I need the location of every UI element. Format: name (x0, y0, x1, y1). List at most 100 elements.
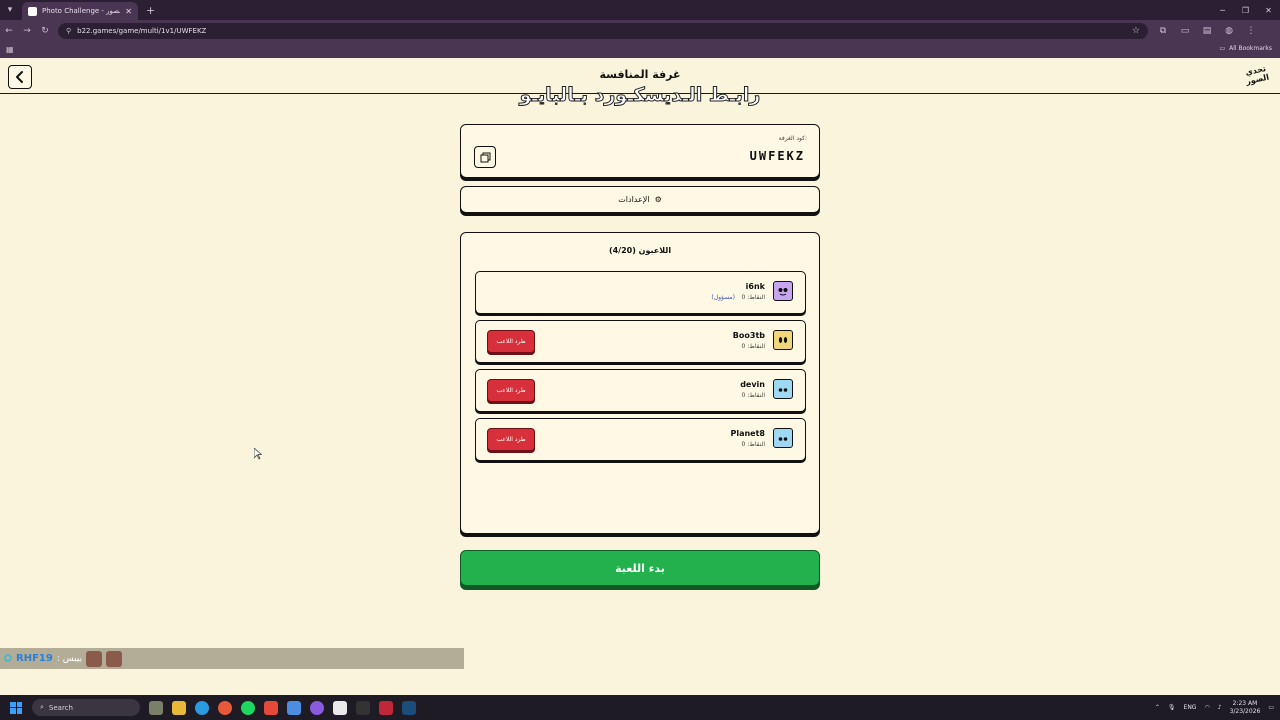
taskbar: ⌕ Search ⌃ 🎙 ENG ◠ ♪ 2:23 AM 3/23/2026 ▭ (0, 695, 1280, 720)
chat-message: : بيبس (56, 653, 83, 664)
url-bar[interactable]: ⚲ b22.games/game/multi/1v1/UWFEKZ ☆ (58, 23, 1148, 39)
clock-time: 2:23 AM (1232, 699, 1258, 707)
room-code-card: كود الغرفة: UWFEKZ (460, 124, 820, 178)
player-avatar (773, 281, 793, 301)
chrome-icon[interactable] (218, 700, 232, 715)
forward-nav-icon[interactable]: → (18, 26, 36, 36)
file-explorer-icon[interactable] (172, 700, 186, 715)
all-bookmarks-label: All Bookmarks (1229, 45, 1272, 52)
players-title: اللاعبون (4/20) (608, 246, 672, 255)
url-text: b22.games/game/multi/1v1/UWFEKZ (77, 27, 207, 35)
player-row: طرد اللاعب devin النقاط: 0 (475, 369, 806, 412)
player-row: طرد اللاعب Planet8 النقاط: 0 (475, 418, 806, 461)
maximize-icon[interactable]: ❐ (1234, 0, 1257, 20)
profile-icon[interactable]: ◍ (1222, 26, 1236, 36)
windows-start-icon[interactable] (10, 701, 22, 714)
chat-badge-icon: ⛭ (4, 653, 12, 664)
brave-icon[interactable] (264, 700, 278, 715)
players-card: اللاعبون (4/20) i6nk النقاط: 0 (مسؤول) ط… (460, 232, 820, 534)
player-score: النقاط: 0 (741, 441, 765, 448)
extensions-icon[interactable]: ⧉ (1156, 26, 1170, 36)
game-page: غرفة المنافسة تحدي الصور رابـط الـديسكـو… (0, 58, 1280, 695)
tab-menu-icon[interactable]: ▾ (0, 0, 20, 20)
mouse-cursor-icon (254, 448, 262, 460)
reload-icon[interactable]: ↻ (36, 26, 54, 36)
player-row: i6nk النقاط: 0 (مسؤول) (475, 271, 806, 314)
player-name: Boo3tb (732, 331, 765, 340)
player-name: i6nk (745, 282, 765, 291)
minimize-icon[interactable]: ─ (1211, 0, 1234, 20)
taskbar-search[interactable]: ⌕ Search (32, 699, 140, 716)
face-icon (778, 388, 788, 392)
player-avatar (773, 379, 793, 399)
close-tab-icon[interactable]: ✕ (125, 7, 132, 16)
close-window-icon[interactable]: ✕ (1257, 0, 1280, 20)
apps-grid-icon[interactable]: ▦ (6, 45, 14, 54)
favicon-icon (28, 6, 37, 16)
wifi-icon[interactable]: ◠ (1204, 704, 1209, 711)
stream-overlay-text: رابـط الـديسكـورد بـالبايـو (519, 84, 761, 107)
tab-title: Photo Challenge - تحدي الصور (42, 7, 120, 15)
site-info-icon[interactable]: ⚲ (66, 27, 71, 35)
room-code-label: كود الغرفة: (778, 135, 807, 142)
edge-icon[interactable] (195, 700, 209, 715)
face-icon (778, 437, 788, 441)
sidebar-icon[interactable]: ▤ (1200, 26, 1214, 36)
player-row: طرد اللاعب Boo3tb النقاط: 0 (475, 320, 806, 363)
gear-icon: ⚙ (654, 195, 662, 204)
face-icon (778, 337, 788, 343)
system-tray: ⌃ 🎙 ENG ◠ ♪ 2:23 AM 3/23/2026 ▭ (1155, 695, 1274, 720)
bookmark-bar: ▦ ▭ All Bookmarks (0, 42, 1280, 58)
player-avatar (773, 428, 793, 448)
store-icon[interactable] (287, 700, 301, 715)
tray-expand-icon[interactable]: ⌃ (1155, 704, 1160, 711)
kick-player-button[interactable]: طرد اللاعب (487, 428, 535, 451)
player-score: النقاط: 0 (741, 343, 765, 350)
bookmark-star-icon[interactable]: ☆ (1132, 26, 1140, 36)
terminal-icon[interactable] (356, 700, 370, 715)
spotify-icon[interactable] (241, 700, 255, 715)
chat-username: RHF19 (16, 653, 53, 664)
settings-label: الإعدادات (618, 195, 650, 204)
settings-button[interactable]: الإعدادات ⚙ (460, 186, 820, 213)
host-badge: (مسؤول) (711, 294, 735, 301)
player-avatar (773, 330, 793, 350)
notion-icon[interactable] (333, 700, 347, 715)
window-controls: ─ ❐ ✕ (1211, 0, 1280, 20)
kick-player-button[interactable]: طرد اللاعب (487, 379, 535, 402)
folder-icon: ▭ (1219, 45, 1226, 52)
room-code: UWFEKZ (749, 149, 805, 163)
copy-icon (480, 152, 490, 162)
discord-icon[interactable] (310, 700, 324, 715)
player-score: النقاط: 0 (741, 294, 765, 301)
volume-icon[interactable]: ♪ (1218, 704, 1222, 711)
cast-icon[interactable]: ▭ (1178, 26, 1192, 36)
menu-icon[interactable]: ⋮ (1244, 26, 1258, 36)
clock-date: 3/23/2026 (1229, 707, 1261, 715)
new-tab-icon[interactable]: + (146, 4, 155, 17)
search-icon: ⌕ (40, 703, 44, 711)
notification-icon[interactable]: ▭ (1268, 704, 1274, 711)
clock[interactable]: 2:23 AM 3/23/2026 (1230, 700, 1261, 716)
browser-tab-bar: ▾ Photo Challenge - تحدي الصور ✕ + ─ ❐ ✕ (0, 0, 1280, 20)
face-icon (778, 288, 788, 296)
back-nav-icon[interactable]: ← (0, 26, 18, 36)
copy-code-button[interactable] (474, 146, 496, 168)
address-toolbar: ← → ↻ ⚲ b22.games/game/multi/1v1/UWFEKZ … (0, 20, 1280, 42)
search-placeholder: Search (48, 703, 73, 712)
page-title: غرفة المنافسة (599, 68, 681, 81)
player-name: devin (740, 380, 765, 389)
start-game-button[interactable]: بدء اللعبة (460, 550, 820, 586)
language-indicator[interactable]: ENG (1184, 704, 1197, 711)
mic-icon[interactable]: 🎙 (1168, 704, 1176, 711)
emote-icon (106, 650, 123, 667)
steam-icon[interactable] (402, 700, 416, 715)
all-bookmarks-button[interactable]: ▭ All Bookmarks (1219, 45, 1272, 52)
widgets-icon[interactable] (149, 700, 163, 715)
browser-tab[interactable]: Photo Challenge - تحدي الصور ✕ (22, 2, 138, 20)
stream-chat-overlay: ⛭ RHF19 : بيبس (0, 648, 464, 669)
player-name: Planet8 (730, 429, 765, 438)
player-score: النقاط: 0 (741, 392, 765, 399)
obs-icon[interactable] (379, 700, 393, 715)
kick-player-button[interactable]: طرد اللاعب (487, 330, 535, 353)
